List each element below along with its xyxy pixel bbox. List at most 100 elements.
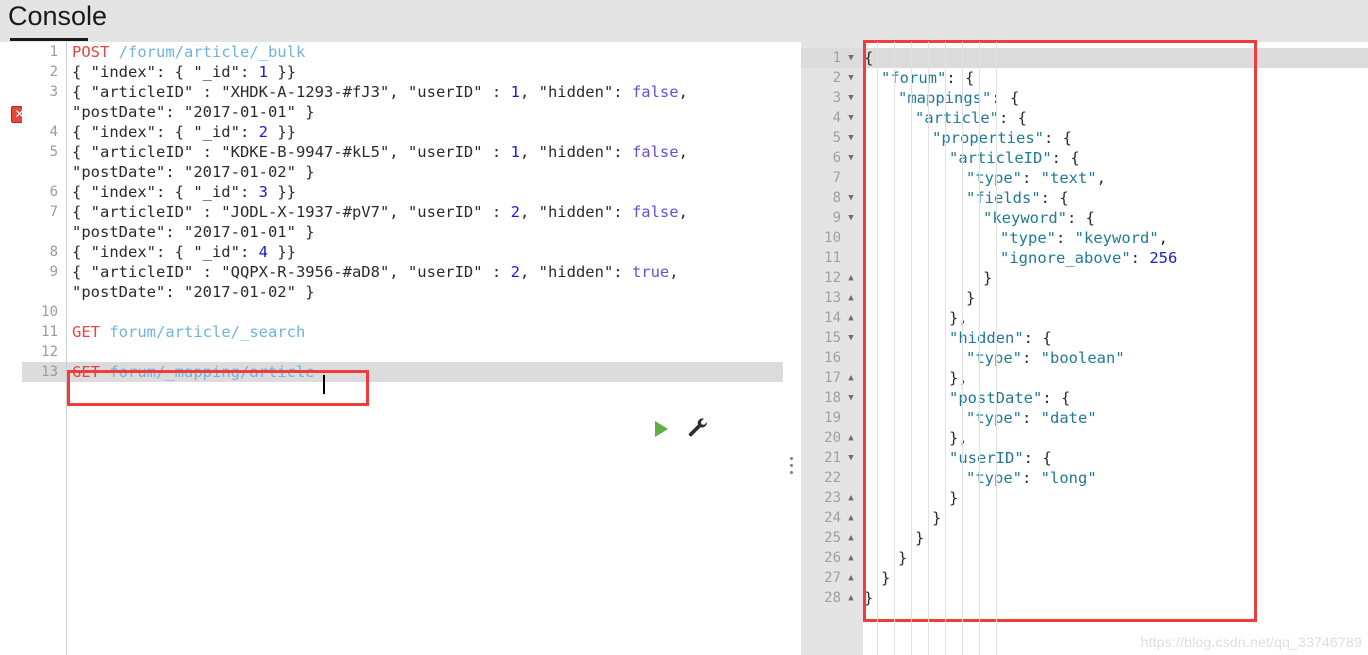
response-line[interactable]: 1 ▼ { bbox=[801, 48, 1368, 68]
fold-down-icon[interactable]: ▼ bbox=[846, 48, 856, 68]
fold-up-icon[interactable]: ▲ bbox=[846, 308, 856, 328]
code-line[interactable]: { "articleID" : "XHDK-A-1293-#fJ3", "use… bbox=[67, 82, 783, 102]
response-line-number: 23 bbox=[824, 490, 841, 506]
response-line[interactable]: 12 ▲} bbox=[801, 268, 1368, 288]
code-line[interactable]: GET forum/_mapping/article bbox=[67, 362, 783, 382]
response-line[interactable]: 9 ▼ "keyword": { bbox=[801, 208, 1368, 228]
response-line[interactable]: 26 ▲} bbox=[801, 548, 1368, 568]
fold-up-icon[interactable]: ▲ bbox=[846, 588, 856, 608]
line-number: 10 bbox=[41, 304, 58, 320]
fold-down-icon[interactable]: ▼ bbox=[846, 88, 856, 108]
code-line-text: { "articleID" : "KDKE-B-9947-#kL5", "use… bbox=[72, 143, 688, 161]
response-line-number: 3 bbox=[832, 90, 841, 106]
response-line[interactable]: 15 ▼ "hidden": { bbox=[801, 328, 1368, 348]
code-line[interactable]: "postDate": "2017-01-02" } bbox=[67, 282, 783, 302]
code-line[interactable]: { "articleID" : "JODL-X-1937-#pV7", "use… bbox=[67, 202, 783, 222]
pane-splitter[interactable] bbox=[783, 42, 801, 655]
line-number: 6 bbox=[49, 184, 58, 200]
code-line[interactable]: { "articleID" : "QQPX-R-3956-#aD8", "use… bbox=[67, 262, 783, 282]
fold-down-icon[interactable]: ▼ bbox=[846, 188, 856, 208]
response-line[interactable]: 4 ▼ "article": { bbox=[801, 108, 1368, 128]
response-line[interactable]: 14 ▲}, bbox=[801, 308, 1368, 328]
wrench-icon[interactable] bbox=[686, 416, 710, 440]
response-line[interactable]: 25 ▲} bbox=[801, 528, 1368, 548]
code-line[interactable]: "postDate": "2017-01-01" } bbox=[67, 102, 783, 122]
response-line[interactable]: 21 ▼ "userID": { bbox=[801, 448, 1368, 468]
fold-down-icon[interactable]: ▼ bbox=[846, 208, 856, 228]
response-line-text: } bbox=[864, 589, 874, 607]
response-line-text: } bbox=[881, 569, 891, 587]
response-line-number: 24 bbox=[824, 510, 841, 526]
code-line[interactable]: { "index": { "_id": 3 }} bbox=[67, 182, 783, 202]
response-line[interactable]: 22 "type": "long" bbox=[801, 468, 1368, 488]
response-line[interactable]: 2 ▼ "forum": { bbox=[801, 68, 1368, 88]
fold-up-icon[interactable]: ▲ bbox=[846, 268, 856, 288]
line-number-gutter: 1 2 3 4 5 6 7 8 9 10 11 12 13 bbox=[22, 42, 67, 655]
fold-down-icon[interactable]: ▼ bbox=[846, 448, 856, 468]
response-line[interactable]: 10 "type": "keyword", bbox=[801, 228, 1368, 248]
code-line-text: { "index": { "_id": 3 }} bbox=[72, 183, 296, 201]
line-number: 3 bbox=[49, 84, 58, 100]
line-number: 4 bbox=[49, 124, 58, 140]
response-line-number: 9 bbox=[832, 210, 841, 226]
response-line[interactable]: 28 ▲} bbox=[801, 588, 1368, 608]
response-line-number: 19 bbox=[824, 410, 841, 426]
code-line[interactable]: { "index": { "_id": 2 }} bbox=[67, 122, 783, 142]
response-line[interactable]: 11 "ignore_above": 256 bbox=[801, 248, 1368, 268]
code-line[interactable]: { "index": { "_id": 4 }} bbox=[67, 242, 783, 262]
fold-up-icon[interactable]: ▲ bbox=[846, 568, 856, 588]
code-line[interactable]: "postDate": "2017-01-02" } bbox=[67, 162, 783, 182]
response-line[interactable]: 16 "type": "boolean" bbox=[801, 348, 1368, 368]
request-editor-pane[interactable]: ✕ 1 2 3 4 5 6 7 8 9 10 11 12 13 POST /forum/article/… bbox=[0, 42, 784, 655]
fold-down-icon[interactable]: ▼ bbox=[846, 388, 856, 408]
code-line-text: POST /forum/article/_bulk bbox=[72, 43, 306, 61]
fold-up-icon[interactable]: ▲ bbox=[846, 428, 856, 448]
code-line[interactable] bbox=[67, 302, 783, 322]
code-line[interactable]: GET forum/article/_search bbox=[67, 322, 783, 342]
response-line-number: 18 bbox=[824, 390, 841, 406]
response-line-number: 27 bbox=[824, 570, 841, 586]
response-line[interactable]: 24 ▲} bbox=[801, 508, 1368, 528]
response-code-area[interactable]: 1▼{2▼"forum": {3▼"mappings": {4▼"article… bbox=[801, 48, 1368, 608]
response-line[interactable]: 27 ▲} bbox=[801, 568, 1368, 588]
splitter-grip-icon[interactable] bbox=[790, 457, 793, 474]
response-line[interactable]: 8 ▼ "fields": { bbox=[801, 188, 1368, 208]
response-line[interactable]: 20 ▲}, bbox=[801, 428, 1368, 448]
fold-down-icon[interactable]: ▼ bbox=[846, 148, 856, 168]
response-line[interactable]: 18 ▼ "postDate": { bbox=[801, 388, 1368, 408]
run-request-button[interactable] bbox=[655, 421, 668, 437]
response-line[interactable]: 5 ▼ "properties": { bbox=[801, 128, 1368, 148]
response-line-text: "fields": { bbox=[966, 189, 1069, 207]
indent-guide bbox=[945, 42, 946, 655]
fold-down-icon[interactable]: ▼ bbox=[846, 108, 856, 128]
code-line[interactable]: { "articleID" : "KDKE-B-9947-#kL5", "use… bbox=[67, 142, 783, 162]
code-line[interactable] bbox=[67, 342, 783, 362]
response-pane[interactable]: 1▼{2▼"forum": {3▼"mappings": {4▼"article… bbox=[801, 40, 1368, 655]
fold-up-icon[interactable]: ▲ bbox=[846, 488, 856, 508]
line-number: 11 bbox=[41, 324, 58, 340]
response-line-number: 8 bbox=[832, 190, 841, 206]
response-line[interactable]: 7 "type": "text", bbox=[801, 168, 1368, 188]
response-line[interactable]: 6 ▼ "articleID": { bbox=[801, 148, 1368, 168]
response-line[interactable]: 19 "type": "date" bbox=[801, 408, 1368, 428]
fold-up-icon[interactable]: ▲ bbox=[846, 548, 856, 568]
fold-down-icon[interactable]: ▼ bbox=[846, 68, 856, 88]
response-line[interactable]: 23 ▲} bbox=[801, 488, 1368, 508]
response-line-number: 16 bbox=[824, 350, 841, 366]
code-line[interactable]: "postDate": "2017-01-01" } bbox=[67, 222, 783, 242]
fold-down-icon[interactable]: ▼ bbox=[846, 128, 856, 148]
fold-down-icon[interactable]: ▼ bbox=[846, 328, 856, 348]
response-line-number: 28 bbox=[824, 590, 841, 606]
response-line-number: 25 bbox=[824, 530, 841, 546]
request-code-area[interactable]: POST /forum/article/_bulk { "index": { "_… bbox=[67, 42, 783, 655]
code-line[interactable]: POST /forum/article/_bulk bbox=[67, 42, 783, 62]
fold-up-icon[interactable]: ▲ bbox=[846, 288, 856, 308]
code-line[interactable]: { "index": { "_id": 1 }} bbox=[67, 62, 783, 82]
fold-up-icon[interactable]: ▲ bbox=[846, 368, 856, 388]
fold-up-icon[interactable]: ▲ bbox=[846, 508, 856, 528]
fold-up-icon[interactable]: ▲ bbox=[846, 528, 856, 548]
response-line[interactable]: 17 ▲}, bbox=[801, 368, 1368, 388]
response-line[interactable]: 3 ▼ "mappings": { bbox=[801, 88, 1368, 108]
response-line[interactable]: 13 ▲} bbox=[801, 288, 1368, 308]
